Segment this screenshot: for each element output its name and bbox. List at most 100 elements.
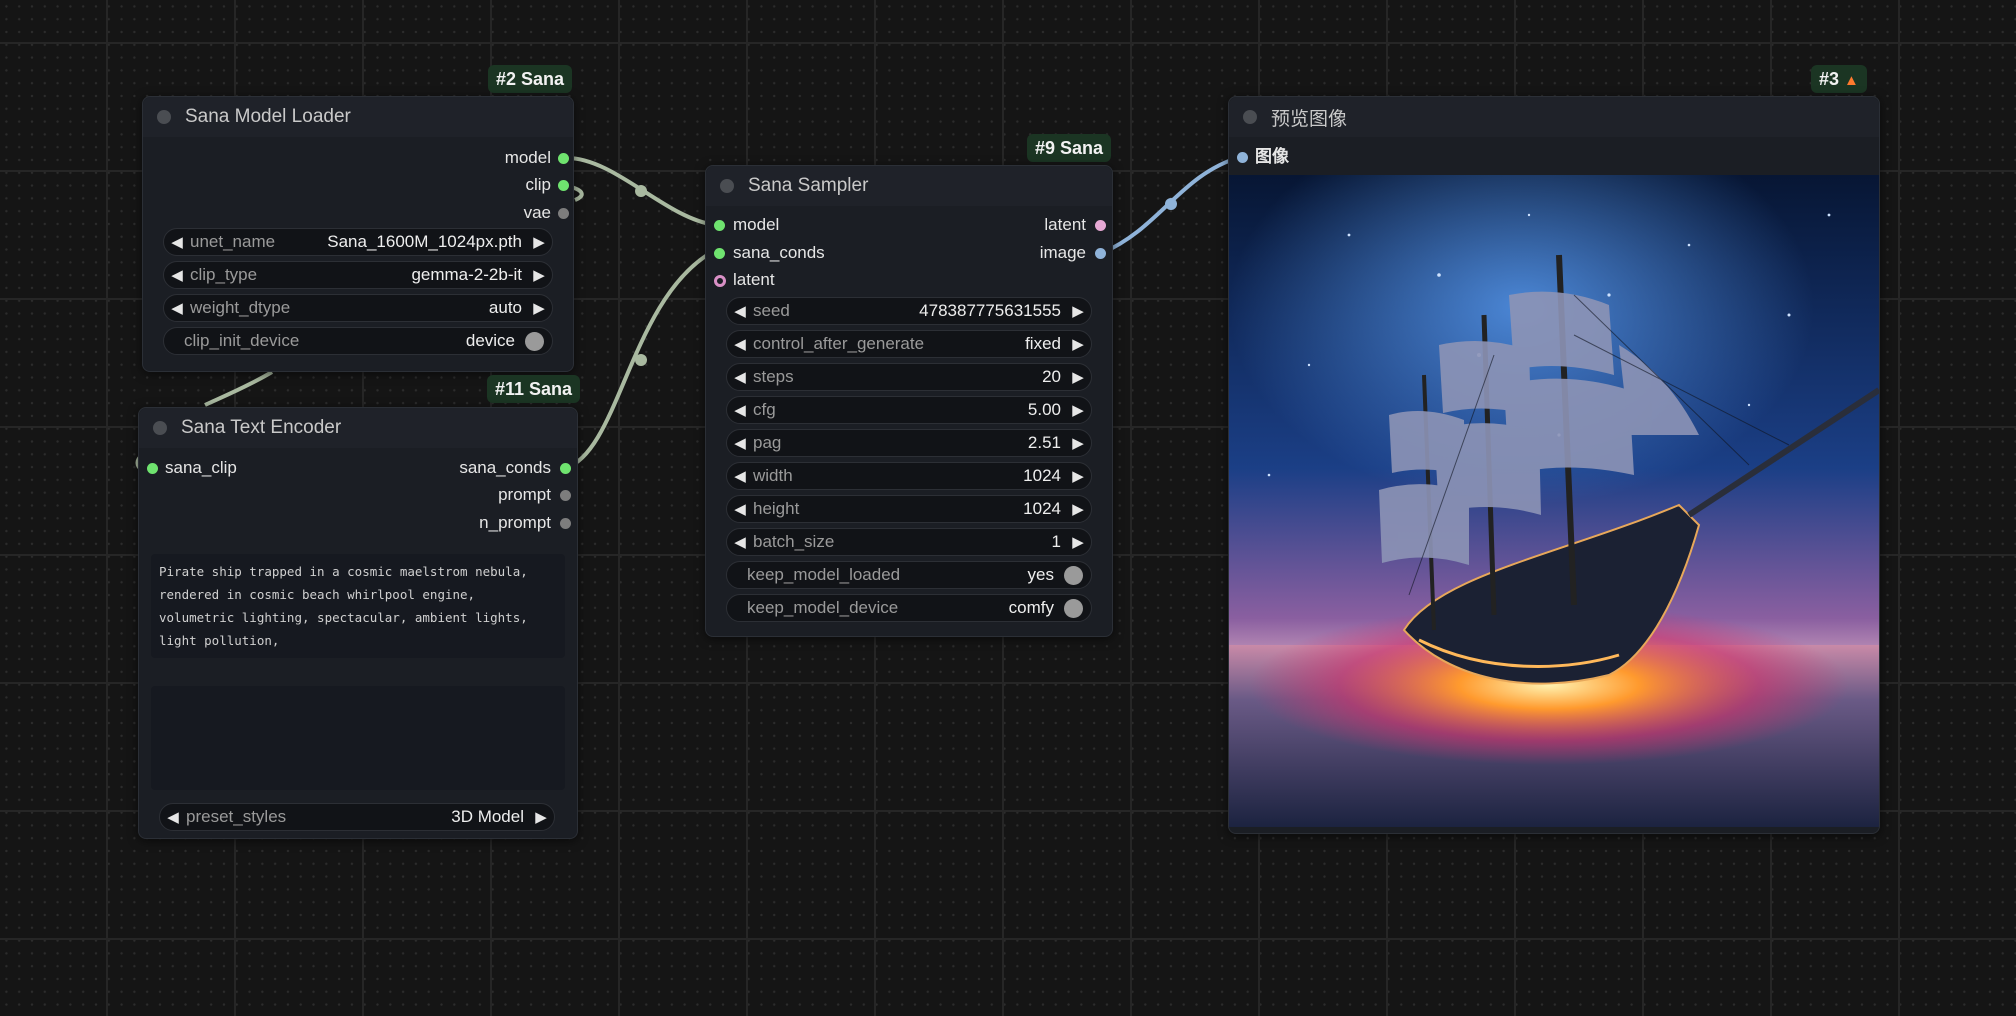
- arrow-right-icon[interactable]: ▶: [1065, 533, 1091, 551]
- output-slot-clip[interactable]: [558, 180, 569, 191]
- output-slot-image[interactable]: [1095, 248, 1106, 259]
- node-header[interactable]: Sana Model Loader: [143, 97, 573, 137]
- widget-height[interactable]: ◀ height 1024 ▶: [726, 495, 1092, 523]
- widget-weight-dtype[interactable]: ◀ weight_dtype auto ▶: [163, 294, 553, 322]
- input-slot-latent[interactable]: [714, 275, 726, 287]
- link-conds-midpoint[interactable]: [635, 354, 647, 366]
- toggle-knob[interactable]: [1064, 598, 1083, 618]
- widget-value: 2.51: [1027, 433, 1061, 452]
- arrow-left-icon[interactable]: ◀: [727, 533, 753, 551]
- arrow-right-icon[interactable]: ▶: [1065, 302, 1091, 320]
- arrow-right-icon[interactable]: ▶: [1065, 467, 1091, 485]
- widget-steps[interactable]: ◀ steps 20 ▶: [726, 363, 1092, 391]
- widget-label: cfg: [753, 400, 776, 419]
- collapse-toggle[interactable]: [157, 110, 171, 124]
- widget-label: preset_styles: [186, 807, 287, 826]
- widget-label: width: [753, 466, 793, 485]
- toggle-keep-model-loaded[interactable]: keep_model_loaded yes: [726, 561, 1092, 589]
- widget-width[interactable]: ◀ width 1024 ▶: [726, 462, 1092, 490]
- input-latent: latent: [733, 270, 775, 289]
- node-preview-image[interactable]: 预览图像 图像: [1228, 96, 1880, 834]
- widget-value: 1: [1051, 532, 1061, 551]
- widget-value: 1024: [1023, 466, 1061, 485]
- input-slot-model[interactable]: [714, 220, 725, 231]
- arrow-left-icon[interactable]: ◀: [164, 233, 190, 251]
- arrow-left-icon[interactable]: ◀: [164, 266, 190, 284]
- widget-value: 20: [1042, 367, 1061, 386]
- output-slot-prompt[interactable]: [560, 490, 571, 501]
- node-header[interactable]: Sana Sampler: [706, 166, 1112, 206]
- link-image[interactable]: [1101, 155, 1241, 255]
- preview-image[interactable]: [1229, 175, 1879, 827]
- widget-seed[interactable]: ◀ seed 478387775631555 ▶: [726, 297, 1092, 325]
- node-header[interactable]: 预览图像: [1229, 97, 1879, 137]
- pirate-ship-image: [1229, 175, 1879, 827]
- arrow-right-icon[interactable]: ▶: [1065, 368, 1091, 386]
- widget-label: control_after_generate: [753, 334, 925, 353]
- widget-unet-name[interactable]: ◀ unet_name Sana_1600M_1024px.pth ▶: [163, 228, 553, 256]
- node-badge-sampler: #9 Sana: [1027, 134, 1112, 162]
- arrow-right-icon[interactable]: ▶: [526, 299, 552, 317]
- arrow-left-icon[interactable]: ◀: [727, 467, 753, 485]
- input-sana-conds: sana_conds: [733, 243, 825, 262]
- collapse-toggle[interactable]: [720, 179, 734, 193]
- arrow-left-icon[interactable]: ◀: [727, 500, 753, 518]
- widget-value: Sana_1600M_1024px.pth: [327, 232, 522, 251]
- output-slot-n-prompt[interactable]: [560, 518, 571, 529]
- arrow-right-icon[interactable]: ▶: [528, 808, 554, 826]
- node-badge-text-encoder: #11 Sana: [487, 375, 581, 403]
- link-model[interactable]: [566, 156, 716, 227]
- widget-clip-type[interactable]: ◀ clip_type gemma-2-2b-it ▶: [163, 261, 553, 289]
- arrow-right-icon[interactable]: ▶: [526, 233, 552, 251]
- input-slot-image[interactable]: [1237, 152, 1248, 163]
- output-slot-vae[interactable]: [558, 208, 569, 219]
- node-badge-preview: #3 ▲: [1811, 65, 1867, 93]
- arrow-right-icon[interactable]: ▶: [1065, 434, 1091, 452]
- arrow-left-icon[interactable]: ◀: [727, 434, 753, 452]
- node-sana-sampler[interactable]: Sana Sampler model sana_conds latent lat…: [705, 165, 1113, 637]
- widget-value: auto: [488, 298, 522, 317]
- widget-value: fixed: [1025, 334, 1061, 353]
- prompt-textarea[interactable]: Pirate ship trapped in a cosmic maelstro…: [151, 554, 565, 658]
- link-conds[interactable]: [565, 250, 714, 470]
- node-sana-model-loader[interactable]: Sana Model Loader model clip vae ◀ unet_…: [142, 96, 574, 372]
- arrow-right-icon[interactable]: ▶: [526, 266, 552, 284]
- input-slot-sana-clip[interactable]: [147, 463, 158, 474]
- arrow-right-icon[interactable]: ▶: [1065, 500, 1091, 518]
- negative-prompt-textarea[interactable]: [151, 686, 565, 790]
- node-title: Sana Text Encoder: [181, 417, 342, 438]
- input-sana-clip: sana_clip: [165, 458, 237, 477]
- toggle-keep-model-device[interactable]: keep_model_device comfy: [726, 594, 1092, 622]
- toggle-clip-init-device[interactable]: clip_init_device device: [163, 327, 553, 355]
- toggle-knob[interactable]: [1064, 565, 1083, 585]
- widget-pag[interactable]: ◀ pag 2.51 ▶: [726, 429, 1092, 457]
- node-title: 预览图像: [1271, 108, 1348, 130]
- arrow-right-icon[interactable]: ▶: [1065, 401, 1091, 419]
- arrow-left-icon[interactable]: ◀: [160, 808, 186, 826]
- arrow-left-icon[interactable]: ◀: [164, 299, 190, 317]
- node-sana-text-encoder[interactable]: Sana Text Encoder sana_clip sana_conds p…: [138, 407, 578, 839]
- output-slot-model[interactable]: [558, 153, 569, 164]
- output-slot-sana-conds[interactable]: [560, 463, 571, 474]
- arrow-left-icon[interactable]: ◀: [727, 401, 753, 419]
- widget-label: batch_size: [753, 532, 835, 551]
- arrow-left-icon[interactable]: ◀: [727, 335, 753, 353]
- node-title: Sana Model Loader: [185, 106, 351, 127]
- arrow-left-icon[interactable]: ◀: [727, 302, 753, 320]
- widget-cfg[interactable]: ◀ cfg 5.00 ▶: [726, 396, 1092, 424]
- widget-value: 3D Model: [451, 807, 524, 826]
- widget-preset-styles[interactable]: ◀ preset_styles 3D Model ▶: [159, 803, 555, 831]
- node-badge-model-loader: #2 Sana: [488, 65, 573, 93]
- arrow-left-icon[interactable]: ◀: [727, 368, 753, 386]
- widget-batch-size[interactable]: ◀ batch_size 1 ▶: [726, 528, 1092, 556]
- arrow-right-icon[interactable]: ▶: [1065, 335, 1091, 353]
- node-header[interactable]: Sana Text Encoder: [139, 408, 577, 448]
- link-image-midpoint[interactable]: [1165, 198, 1177, 210]
- widget-control-after-generate[interactable]: ◀ control_after_generate fixed ▶: [726, 330, 1092, 358]
- link-model-midpoint[interactable]: [635, 185, 647, 197]
- input-slot-sana-conds[interactable]: [714, 248, 725, 259]
- output-slot-latent[interactable]: [1095, 220, 1106, 231]
- collapse-toggle[interactable]: [153, 421, 167, 435]
- collapse-toggle[interactable]: [1243, 110, 1257, 124]
- toggle-knob[interactable]: [525, 331, 544, 351]
